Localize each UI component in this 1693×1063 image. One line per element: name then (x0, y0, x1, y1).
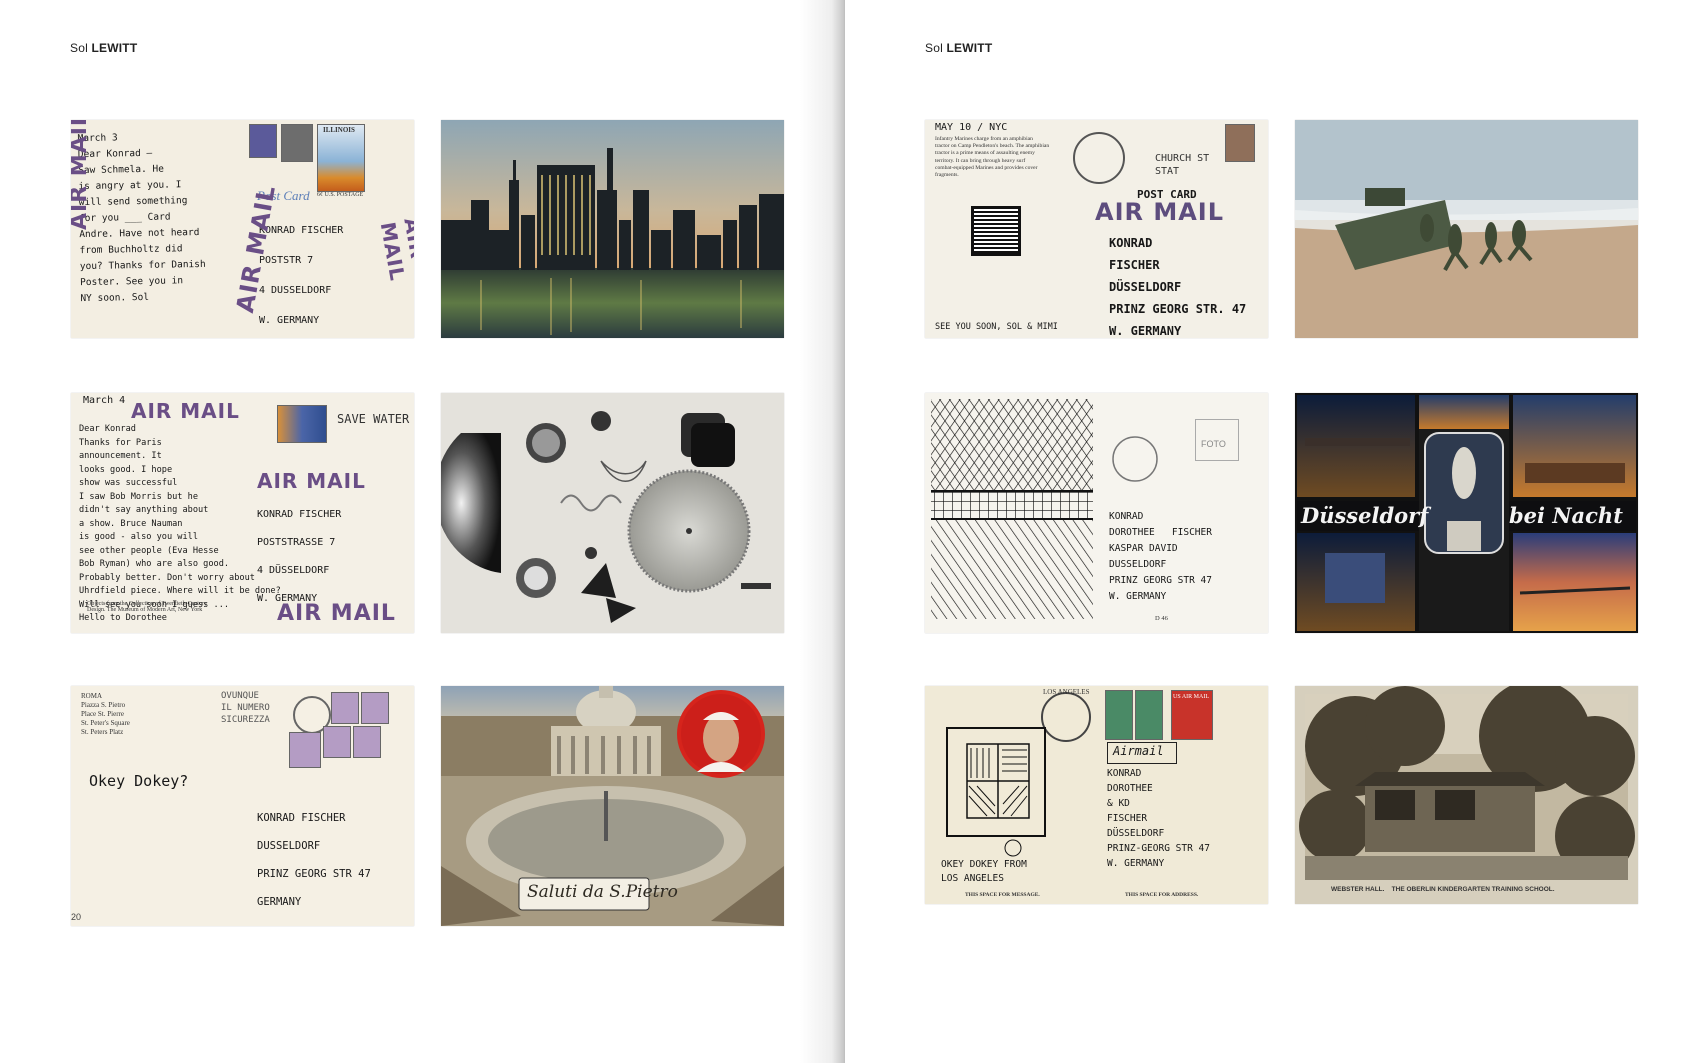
airmail-stamp: AIR MAIL (1095, 198, 1225, 226)
right-page: Sol LEWITT MAY 10 / NYC Infantry Marines… (845, 0, 1693, 1063)
postcard-address: KONRAD FISCHER DUSSELDORF PRINZ GEORG ST… (257, 812, 371, 908)
postcard-message: March 3 Dear Konrad — Saw Schmela. He is… (77, 132, 206, 305)
postcard-front-nyc-skyline (441, 120, 784, 338)
postcard-address: KONRAD DOROTHEE & KD FISCHER DÜSSELDORF … (1107, 768, 1210, 869)
postcard-front-webster-hall: WEBSTER HALL. THE OBERLIN KINDERGARTEN T… (1295, 686, 1638, 904)
left-page: Sol LEWITT March 3 Dear Konrad — Saw Sch… (0, 0, 835, 1063)
airmail-stamp-mid: AIR MAIL (257, 469, 366, 493)
postcard-back-marines: MAY 10 / NYC Infantry Marines charge fro… (925, 120, 1268, 338)
postcard-front-st-peters: Saluti da S.Pietro (441, 686, 784, 926)
postmark-text: OVUNQUE IL NUMERO SICUREZZA (221, 691, 270, 725)
postcard-back-1: March 3 Dear Konrad — Saw Schmela. He is… (71, 120, 414, 338)
postcard-front-caption: WEBSTER HALL. THE OBERLIN KINDERGARTEN T… (1331, 886, 1555, 893)
stamp-illinois (317, 124, 365, 192)
postmark-cancel: SAVE WATER (337, 412, 410, 426)
airmail-label: Airmail (1113, 744, 1164, 758)
book-spread: Sol LEWITT March 3 Dear Konrad — Saw Sch… (0, 0, 1693, 1063)
airmail-stamp-bottom: AIR MAIL (277, 601, 396, 626)
postcard-address: KONRAD FISCHER DÜSSELDORF PRINZ GEORG ST… (1109, 236, 1247, 338)
postcard-caption: ROMA Piazza S. Pietro Place St. Pierre S… (81, 692, 130, 736)
postcard-back-2: March 4 Dear Konrad Thanks for Paris ann… (71, 393, 414, 633)
square-drawing (946, 727, 1046, 857)
foto-label: FOTO (1201, 439, 1226, 449)
postcard-front-caption-right: bei Nacht (1509, 503, 1623, 528)
stamp-a (331, 692, 359, 724)
postmark-station: CHURCH ST STAT (1155, 153, 1210, 177)
stamp-d (323, 726, 351, 758)
postcard-front-marines (1295, 120, 1638, 338)
stamp-illinois-label: ILLINOIS (323, 126, 355, 134)
space-for-message: THIS SPACE FOR MESSAGE. (965, 892, 1040, 898)
running-head-right: Sol LEWITT (925, 41, 993, 55)
postcard-message: Okey Dokey? (89, 772, 189, 790)
postmark-city: LOS ANGELES (1043, 688, 1090, 696)
postcard-caption: Infantry Marines charge from an amphibia… (935, 136, 1050, 179)
stamp-e (353, 726, 381, 758)
airmail-stamp-top: AIR MAIL (71, 120, 92, 230)
postcard-header: MAY 10 / NYC (935, 122, 1008, 133)
stamp-airmail-label: US AIR MAIL (1173, 694, 1210, 700)
stamp-b (361, 692, 389, 724)
postcard-back-grid-drawing: FOTO KONRAD DOROTHEE FISCHER KASPAR DAVI… (925, 393, 1268, 633)
stamp-liberty (249, 124, 277, 158)
postcard-signoff: SEE YOU SOON, SOL & MIMI (935, 322, 1058, 332)
postcard-back-roma: ROMA Piazza S. Pietro Place St. Pierre S… (71, 686, 414, 926)
stamp-kennedy (1225, 124, 1255, 162)
airmail-stamp-top: AIR MAIL (131, 399, 240, 423)
stamp-jefferson-2 (1135, 690, 1163, 740)
postcard-back-los-angeles: LOS ANGELES US AIR MAIL Airmail OKEY DOK… (925, 686, 1268, 904)
stamp-jefferson-1 (1105, 690, 1133, 740)
stamp-value: 6¢ U.S. POSTAGE (317, 192, 364, 198)
stamp-1 (277, 405, 327, 443)
postcard-code: D 46 (1155, 615, 1168, 622)
stamp-c (289, 732, 321, 768)
postmark-circle-icon (1073, 132, 1125, 184)
postcard-front-caption: Saluti da S.Pietro (527, 882, 678, 902)
postcard-front-duesseldorf: Düsseldorf bei Nacht (1295, 393, 1638, 633)
space-for-address: THIS SPACE FOR ADDRESS. (1125, 892, 1199, 898)
marines-image (1295, 120, 1638, 338)
skyline-image (441, 120, 784, 338)
postcard-message: Dear Konrad Thanks for Paris announcemen… (79, 424, 281, 623)
postcard-front-caption-left: Düsseldorf (1301, 503, 1429, 528)
postcard-header: March 4 (83, 395, 126, 406)
page-number-left: 20 (71, 912, 82, 922)
drawing-black-square (971, 206, 1021, 256)
postcard-small-print: Objects from the Collection of Twentieth… (87, 601, 207, 613)
postcard-message: OKEY DOKEY FROM LOS ANGELES (941, 859, 1027, 884)
webster-hall-image (1299, 686, 1635, 880)
postcard-address: KONRAD FISCHER POSTSTRASSE 7 4 DÜSSELDOR… (257, 509, 342, 604)
design-objects-image (441, 393, 784, 633)
airmail-stamp-vertical-2: AIR MAIL (375, 216, 414, 284)
postcard-front-design-objects (441, 393, 784, 633)
running-head-left: Sol LEWITT (70, 41, 138, 55)
stamp-portrait (281, 124, 313, 162)
postcard-address: KONRAD DOROTHEE FISCHER KASPAR DAVID DUS… (1109, 511, 1212, 602)
